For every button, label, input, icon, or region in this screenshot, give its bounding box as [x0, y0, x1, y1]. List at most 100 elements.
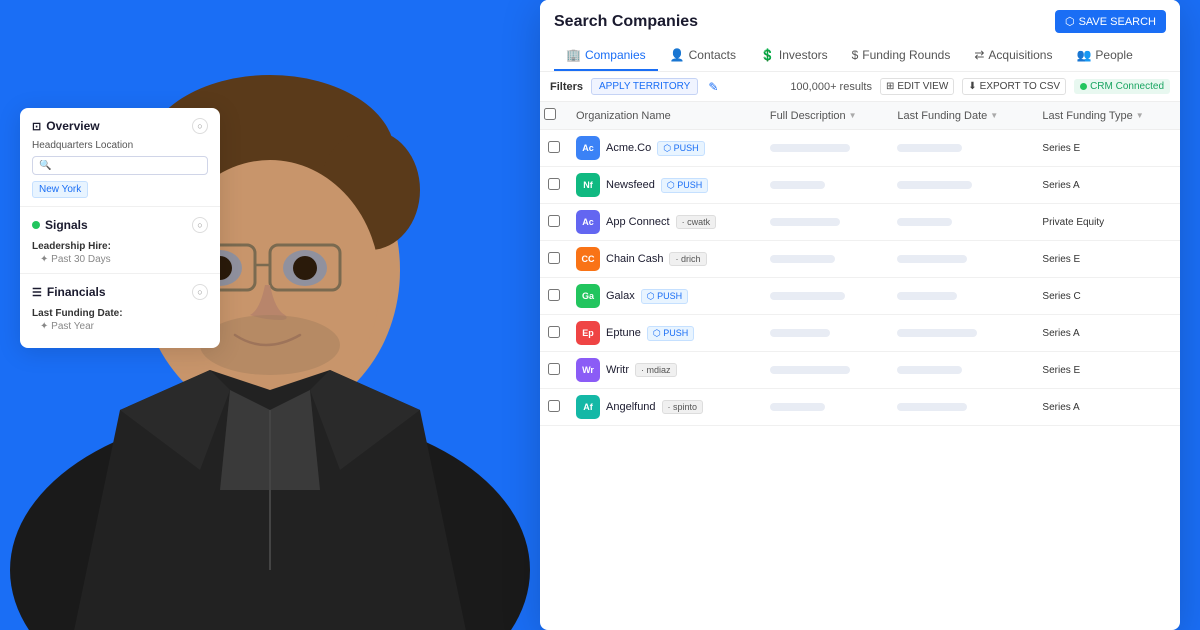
- tab-funding-rounds[interactable]: $ Funding Rounds: [840, 41, 963, 71]
- company-name[interactable]: Galax: [606, 290, 635, 302]
- funding-date-bar: [897, 218, 952, 226]
- crm-tag: · mdiaz: [635, 363, 677, 377]
- company-avatar: Ac: [576, 210, 600, 234]
- row-checkbox-2[interactable]: [548, 178, 560, 190]
- series-badge: Series A: [1042, 180, 1079, 191]
- company-cell: Ga Galax ⬡ PUSH: [576, 284, 754, 308]
- crm-tag: ⬡ PUSH: [641, 289, 688, 304]
- crm-tag: ⬡ PUSH: [647, 326, 694, 341]
- funding-date-bar: [897, 366, 962, 374]
- full-description-header[interactable]: Full Description ▼: [762, 102, 890, 130]
- signals-collapse-btn[interactable]: ○: [192, 217, 208, 233]
- overview-collapse-btn[interactable]: ○: [192, 118, 208, 134]
- series-cell: Series E: [1034, 241, 1180, 278]
- company-name[interactable]: Newsfeed: [606, 179, 655, 191]
- signals-title: Signals: [32, 218, 88, 232]
- series-badge: Private Equity: [1042, 217, 1104, 228]
- funding-date-bar: [897, 403, 967, 411]
- row-checkbox-6[interactable]: [548, 326, 560, 338]
- funding-date-bar: [897, 144, 962, 152]
- tab-acquisitions[interactable]: ⇄ Acquisitions: [962, 41, 1064, 71]
- export-csv-button[interactable]: ⬇ EXPORT TO CSV: [962, 78, 1066, 95]
- dollar-icon: 💲: [760, 48, 775, 62]
- funding-date-cell: [889, 241, 1034, 278]
- description-bar: [770, 329, 830, 337]
- crm-tag: · spinto: [662, 400, 704, 414]
- series-badge: Series E: [1042, 365, 1080, 376]
- company-name[interactable]: Writr: [606, 364, 629, 376]
- export-icon: ⬇: [968, 81, 976, 92]
- funding-date-cell: [889, 130, 1034, 167]
- hq-location-label: Headquarters Location: [32, 140, 208, 151]
- table-row: Ac Acme.Co ⬡ PUSH Series E: [540, 130, 1180, 167]
- series-cell: Series A: [1034, 167, 1180, 204]
- tab-companies[interactable]: 🏢 Companies: [554, 41, 658, 71]
- signals-active-dot: [32, 221, 40, 229]
- signals-header: Signals ○: [32, 217, 208, 233]
- overview-section: ⊡ Overview ○ Headquarters Location New Y…: [20, 108, 220, 207]
- table-row: Ac App Connect · cwatk Private Equity: [540, 204, 1180, 241]
- results-table-container: Organization Name Full Description ▼ Las: [540, 102, 1180, 426]
- signal-label: Leadership Hire:: [32, 241, 111, 252]
- company-name[interactable]: App Connect: [606, 216, 670, 228]
- row-checkbox-5[interactable]: [548, 289, 560, 301]
- overview-icon: ⊡: [32, 120, 41, 133]
- save-icon: ⬡: [1065, 15, 1075, 28]
- funding-date-cell: [889, 352, 1034, 389]
- tab-investors[interactable]: 💲 Investors: [748, 41, 840, 71]
- table-row: Nf Newsfeed ⬡ PUSH Series A: [540, 167, 1180, 204]
- crm-connected-badge: CRM Connected: [1074, 79, 1170, 94]
- company-avatar: Af: [576, 395, 600, 419]
- company-name[interactable]: Acme.Co: [606, 142, 651, 154]
- financials-header: ☰ Financials ○: [32, 284, 208, 300]
- select-all-header[interactable]: [540, 102, 568, 130]
- series-cell: Series A: [1034, 315, 1180, 352]
- select-all-checkbox[interactable]: [544, 108, 556, 120]
- apply-territory-button[interactable]: APPLY TERRITORY: [591, 78, 698, 95]
- company-cell: Ac Acme.Co ⬡ PUSH: [576, 136, 754, 160]
- hq-location-tag[interactable]: New York: [32, 181, 88, 198]
- crm-tag: ⬡ PUSH: [657, 141, 704, 156]
- row-checkbox-8[interactable]: [548, 400, 560, 412]
- save-search-button[interactable]: ⬡ SAVE SEARCH: [1055, 10, 1166, 33]
- org-name-header[interactable]: Organization Name: [568, 102, 762, 130]
- row-checkbox-3[interactable]: [548, 215, 560, 227]
- company-name[interactable]: Angelfund: [606, 401, 656, 413]
- row-checkbox-4[interactable]: [548, 252, 560, 264]
- hq-location-input[interactable]: [32, 156, 208, 175]
- series-cell: Series A: [1034, 389, 1180, 426]
- company-name[interactable]: Chain Cash: [606, 253, 663, 265]
- row-checkbox-1[interactable]: [548, 141, 560, 153]
- table-row: CC Chain Cash · drich Series E: [540, 241, 1180, 278]
- financials-icon: ☰: [32, 286, 42, 299]
- crm-tag: ⬡ PUSH: [661, 178, 708, 193]
- results-table: Organization Name Full Description ▼ Las: [540, 102, 1180, 426]
- bullet: ✦: [40, 254, 51, 265]
- company-cell: Wr Writr · mdiaz: [576, 358, 754, 382]
- company-name[interactable]: Eptune: [606, 327, 641, 339]
- description-cell: [762, 315, 890, 352]
- company-avatar: Nf: [576, 173, 600, 197]
- description-bar: [770, 255, 835, 263]
- description-bar: [770, 292, 845, 300]
- edit-view-button[interactable]: ⊞ EDIT VIEW: [880, 78, 954, 95]
- last-funding-type-header[interactable]: Last Funding Type ▼: [1034, 102, 1180, 130]
- description-cell: [762, 389, 890, 426]
- last-funding-date-header[interactable]: Last Funding Date ▼: [889, 102, 1034, 130]
- company-avatar: Ga: [576, 284, 600, 308]
- tab-contacts[interactable]: 👤 Contacts: [658, 41, 748, 71]
- company-avatar: Wr: [576, 358, 600, 382]
- description-cell: [762, 167, 890, 204]
- financials-sub-1: ✦ Past Year: [32, 321, 208, 332]
- edit-filter-icon[interactable]: ✎: [708, 80, 718, 94]
- company-cell: Ep Eptune ⬡ PUSH: [576, 321, 754, 345]
- description-cell: [762, 204, 890, 241]
- funding-date-cell: [889, 278, 1034, 315]
- search-title-row: Search Companies ⬡ SAVE SEARCH: [554, 10, 1166, 33]
- funding-date-cell: [889, 167, 1034, 204]
- row-checkbox-7[interactable]: [548, 363, 560, 375]
- financials-collapse-btn[interactable]: ○: [192, 284, 208, 300]
- tab-people[interactable]: 👥 People: [1064, 41, 1144, 71]
- overview-header: ⊡ Overview ○: [32, 118, 208, 134]
- company-cell: CC Chain Cash · drich: [576, 247, 754, 271]
